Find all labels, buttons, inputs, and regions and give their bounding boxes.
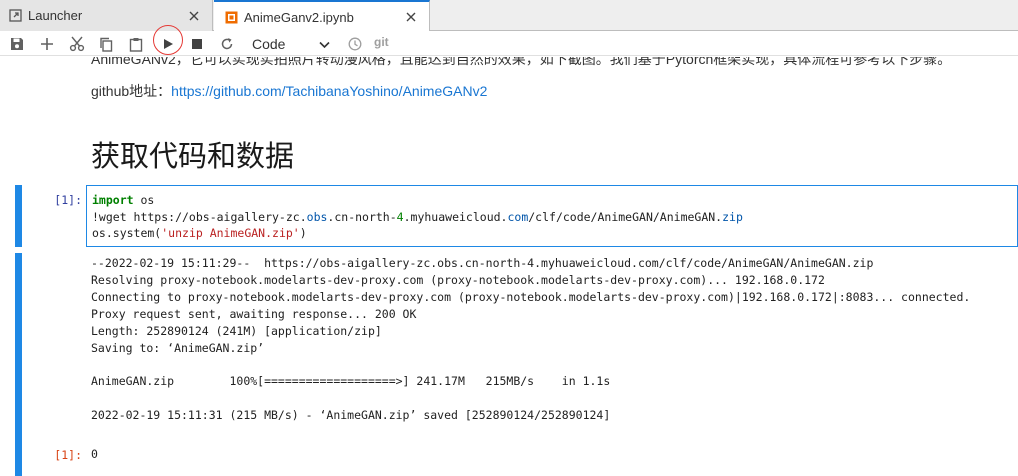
restart-icon[interactable]: [216, 33, 238, 55]
code-text: 4: [396, 209, 404, 224]
code-text: os: [133, 193, 155, 207]
chevron-down-icon: [319, 36, 330, 52]
output-line: Proxy request sent, awaiting response...…: [91, 306, 417, 321]
code-keyword: import: [92, 193, 134, 207]
tab-bar: Launcher AnimeGanv2.ipynb: [0, 0, 1018, 32]
input-collapser[interactable]: [15, 185, 22, 247]
stop-icon[interactable]: [186, 33, 208, 55]
paste-icon[interactable]: [125, 33, 147, 55]
output-line: Length: 252890124 (241M) [application/zi…: [91, 323, 382, 338]
stream-output: --2022-02-19 15:11:29-- https://obs-aiga…: [91, 255, 970, 424]
markdown-intro-text: AnimeGANv2，它可以实现实拍照片转动漫风格，且能达到自然的效果，如下截图…: [91, 57, 952, 67]
tab-launcher-label: Launcher: [28, 8, 83, 23]
code-content: import os !wget https://obs-aigallery-zc…: [92, 192, 743, 242]
cell-type-dropdown[interactable]: Code: [248, 34, 334, 54]
cell-type-label: Code: [252, 36, 286, 52]
output-line: --2022-02-19 15:11:29-- https://obs-aiga…: [91, 256, 874, 270]
notebook-panel: AnimeGANv2，它可以实现实拍照片转动漫风格，且能达到自然的效果，如下截图…: [0, 57, 1018, 476]
tab-notebook[interactable]: AnimeGanv2.ipynb: [214, 0, 430, 32]
output-prompt: [1]:: [54, 448, 82, 462]
code-text: .myhuaweicloud.: [403, 209, 508, 224]
output-line: Saving to: ‘AnimeGAN.zip’: [91, 340, 265, 355]
cut-icon[interactable]: [66, 33, 88, 55]
code-string: 'unzip AnimeGAN.zip': [161, 226, 300, 240]
output-line: Connecting to proxy-notebook.modelarts-d…: [91, 289, 971, 304]
run-highlight-annotation: [153, 25, 183, 55]
code-text: os.system(: [92, 226, 162, 240]
launcher-icon: [8, 9, 22, 23]
execute-result: 0: [91, 447, 98, 461]
github-prefix: github地址：: [91, 83, 172, 99]
add-cell-icon[interactable]: [36, 33, 58, 55]
code-text: !wget https://obs-aigallery-zc.: [92, 209, 307, 224]
markdown-github-line: github地址：https://github.com/TachibanaYos…: [91, 81, 487, 101]
code-text: zip: [722, 209, 743, 224]
code-text: .cn-north-: [327, 209, 397, 224]
output-area: --2022-02-19 15:11:29-- https://obs-aiga…: [91, 255, 970, 424]
input-prompt: [1]:: [54, 193, 82, 207]
close-icon[interactable]: [401, 7, 421, 27]
markdown-heading: 获取代码和数据: [91, 141, 295, 173]
save-icon[interactable]: [6, 33, 28, 55]
close-icon[interactable]: [184, 6, 204, 26]
output-line: 2022-02-19 15:11:31 (215 MB/s) - ‘AnimeG…: [91, 408, 611, 423]
code-text: obs: [306, 209, 328, 224]
code-text: com: [507, 209, 529, 224]
code-text: ): [299, 226, 307, 240]
git-label[interactable]: git: [374, 35, 389, 49]
output-collapser[interactable]: [15, 253, 22, 476]
tab-launcher[interactable]: Launcher: [0, 0, 213, 31]
code-text: /clf/code/AnimeGAN/AnimeGAN.: [528, 209, 723, 224]
output-line: Resolving proxy-notebook.modelarts-dev-p…: [91, 272, 825, 287]
output-line: AnimeGAN.zip 100%[===================>] …: [91, 374, 611, 389]
github-link[interactable]: https://github.com/TachibanaYoshino/Anim…: [171, 83, 487, 99]
copy-icon[interactable]: [95, 33, 117, 55]
code-editor[interactable]: import os !wget https://obs-aigallery-zc…: [86, 185, 1018, 247]
clock-icon[interactable]: [344, 33, 366, 55]
notebook-icon: [224, 10, 238, 24]
tab-notebook-label: AnimeGanv2.ipynb: [244, 9, 354, 25]
